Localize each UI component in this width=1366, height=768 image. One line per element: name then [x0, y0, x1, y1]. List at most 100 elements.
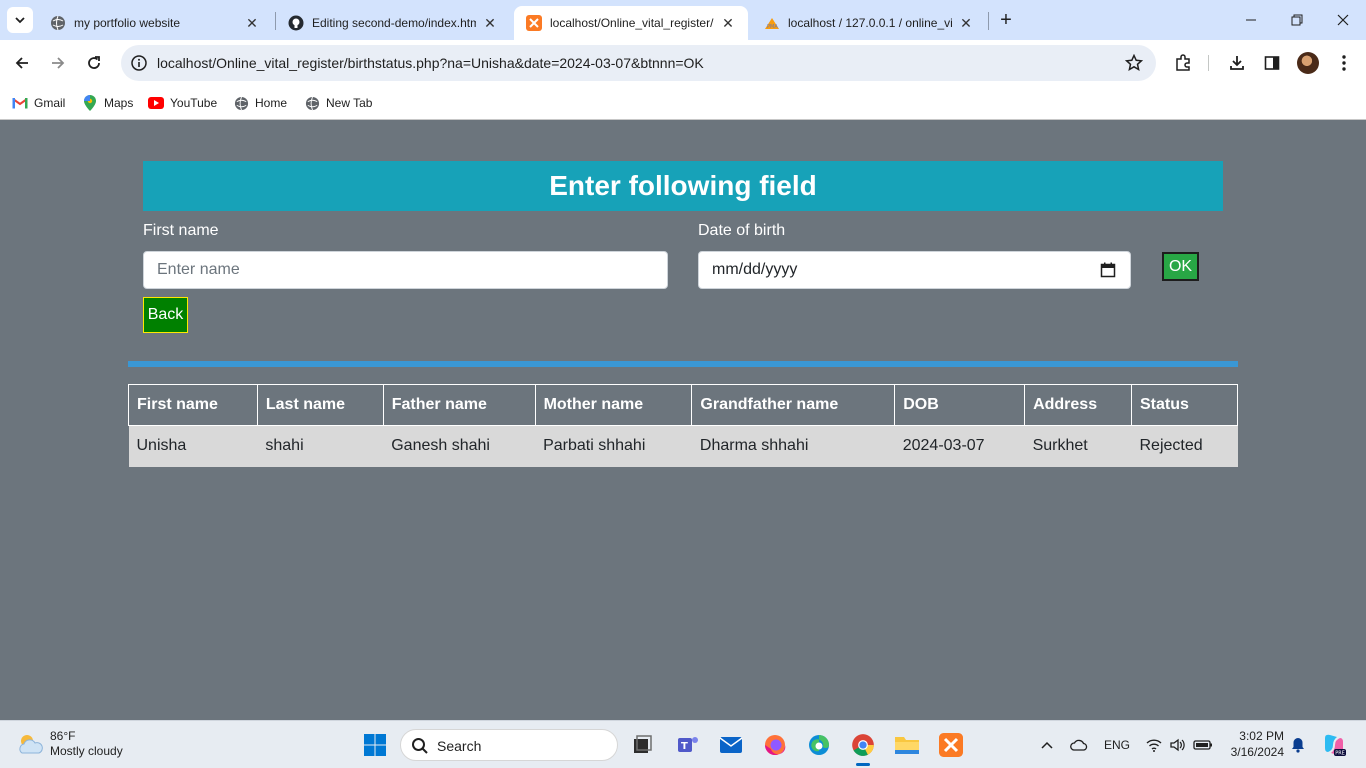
- tab-title: localhost/Online_vital_register/b: [550, 16, 714, 30]
- firefox-app[interactable]: [761, 731, 789, 759]
- show-hidden-icons[interactable]: [1037, 735, 1057, 755]
- profile-avatar[interactable]: [1297, 52, 1319, 74]
- table-cell: 2024-03-07: [894, 425, 1025, 467]
- close-icon[interactable]: ✕: [244, 15, 260, 31]
- active-app-indicator: [856, 763, 870, 766]
- bookmark-label: Home: [255, 96, 288, 110]
- restore-button[interactable]: [1274, 0, 1320, 40]
- wifi-icon[interactable]: [1145, 735, 1163, 755]
- info-icon[interactable]: [129, 53, 149, 73]
- teams-app[interactable]: T: [674, 731, 702, 759]
- tab-title: Editing second-demo/index.htm: [312, 16, 476, 30]
- weather-widget[interactable]: 86°F Mostly cloudy: [16, 729, 123, 759]
- bookmark-star-icon[interactable]: [1124, 53, 1144, 73]
- bookmark-label: YouTube: [170, 96, 218, 110]
- dob-placeholder: mm/dd/yyyy: [712, 261, 798, 278]
- forward-nav-button[interactable]: [44, 49, 72, 77]
- url-text[interactable]: localhost/Online_vital_register/birthsta…: [157, 55, 704, 71]
- column-header: First name: [128, 384, 258, 426]
- tab-vital-register[interactable]: localhost/Online_vital_register/b ✕: [514, 6, 748, 40]
- chrome-app[interactable]: [849, 731, 877, 759]
- column-header: Father name: [382, 384, 536, 426]
- dob-input[interactable]: mm/dd/yyyy: [698, 251, 1131, 289]
- ok-button[interactable]: OK: [1162, 252, 1199, 281]
- bookmark-maps[interactable]: Maps: [82, 93, 133, 113]
- folder-icon: [895, 737, 919, 754]
- first-name-input[interactable]: Enter name: [143, 251, 668, 289]
- clock-date: 3/16/2024: [1230, 745, 1284, 759]
- bookmark-gmail[interactable]: Gmail: [12, 93, 65, 113]
- side-panel-icon[interactable]: [1261, 52, 1283, 74]
- close-icon[interactable]: ✕: [958, 15, 974, 31]
- column-header: DOB: [894, 384, 1026, 426]
- tab-separator: [988, 12, 989, 30]
- tab-search-button[interactable]: [7, 7, 33, 33]
- bookmark-youtube[interactable]: YouTube: [148, 93, 217, 113]
- table-row: Unisha shahi Ganesh shahi Parbati shhahi…: [128, 425, 1238, 467]
- battery-icon[interactable]: [1192, 735, 1214, 755]
- page-content: Enter following field First name Enter n…: [0, 121, 1366, 720]
- svg-text:PRE: PRE: [1335, 751, 1345, 757]
- tab-portfolio[interactable]: my portfolio website ✕: [38, 6, 272, 40]
- kebab-menu-icon[interactable]: [1333, 52, 1355, 74]
- edge-app[interactable]: [805, 731, 833, 759]
- close-icon[interactable]: ✕: [482, 15, 498, 31]
- table-cell: shahi: [257, 425, 384, 467]
- notification-bell-icon[interactable]: [1288, 735, 1308, 755]
- tab-strip: my portfolio website ✕ Editing second-de…: [0, 0, 1366, 40]
- column-header: Mother name: [534, 384, 693, 426]
- phpmyadmin-icon: PMA: [764, 15, 780, 31]
- weather-desc: Mostly cloudy: [50, 744, 123, 758]
- bookmark-new-tab[interactable]: New Tab: [304, 93, 372, 113]
- globe-icon: [50, 15, 66, 31]
- new-tab-button[interactable]: +: [994, 8, 1018, 32]
- globe-icon: [233, 95, 249, 111]
- minimize-button[interactable]: [1228, 0, 1274, 40]
- weather-temp: 86°F: [50, 729, 76, 743]
- chevron-up-icon: [1041, 741, 1053, 749]
- tab-title: my portfolio website: [74, 16, 181, 30]
- tab-github[interactable]: Editing second-demo/index.htm ✕: [276, 6, 510, 40]
- back-nav-button[interactable]: [8, 49, 36, 77]
- clock-time: 3:02 PM: [1239, 729, 1284, 743]
- close-window-button[interactable]: [1320, 0, 1366, 40]
- download-icon[interactable]: [1226, 52, 1248, 74]
- system-clock[interactable]: 3:02 PM 3/16/2024: [1222, 728, 1284, 760]
- onedrive-tray[interactable]: [1068, 735, 1090, 755]
- xampp-icon: [526, 15, 542, 31]
- start-button[interactable]: [361, 731, 389, 759]
- birth-status-table: First name Last name Father name Mother …: [128, 384, 1238, 467]
- gmail-icon: [12, 95, 28, 111]
- bookmark-label: New Tab: [326, 96, 373, 110]
- browser-toolbar: localhost/Online_vital_register/birthsta…: [0, 40, 1366, 86]
- close-icon: [1337, 14, 1349, 26]
- extensions-icon[interactable]: [1172, 52, 1194, 74]
- svg-text:PMA: PMA: [767, 24, 778, 30]
- arrow-left-icon: [15, 57, 28, 69]
- tab-title: localhost / 127.0.0.1 / online_vit: [788, 16, 952, 30]
- dob-label: Date of birth: [698, 222, 786, 239]
- table-cell: Parbati shhahi: [535, 425, 692, 467]
- calendar-icon[interactable]: [1100, 262, 1116, 278]
- back-button[interactable]: Back: [143, 297, 188, 333]
- volume-icon[interactable]: [1168, 735, 1186, 755]
- address-bar[interactable]: localhost/Online_vital_register/birthsta…: [121, 45, 1156, 81]
- close-icon[interactable]: ✕: [720, 15, 736, 31]
- task-view-button[interactable]: [628, 731, 656, 759]
- xampp-app[interactable]: [937, 731, 965, 759]
- tab-phpmyadmin[interactable]: PMA localhost / 127.0.0.1 / online_vit ✕: [752, 6, 986, 40]
- bookmark-label: Gmail: [34, 96, 66, 110]
- status-cell: Rejected: [1131, 425, 1238, 467]
- reload-button[interactable]: [80, 49, 108, 77]
- taskbar-search[interactable]: Search: [400, 729, 618, 761]
- table-cell: Surkhet: [1024, 425, 1132, 467]
- bookmark-home[interactable]: Home: [233, 93, 287, 113]
- globe-icon: [304, 95, 320, 111]
- bookmarks-bar: Gmail Maps YouTube Home New Tab: [0, 86, 1366, 120]
- copilot-icon[interactable]: PRE: [1320, 731, 1348, 759]
- minimize-icon: [1246, 19, 1256, 21]
- teams-icon: T: [678, 737, 698, 752]
- mail-app[interactable]: [717, 731, 745, 759]
- language-indicator[interactable]: ENG: [1104, 735, 1130, 755]
- file-explorer-app[interactable]: [893, 731, 921, 759]
